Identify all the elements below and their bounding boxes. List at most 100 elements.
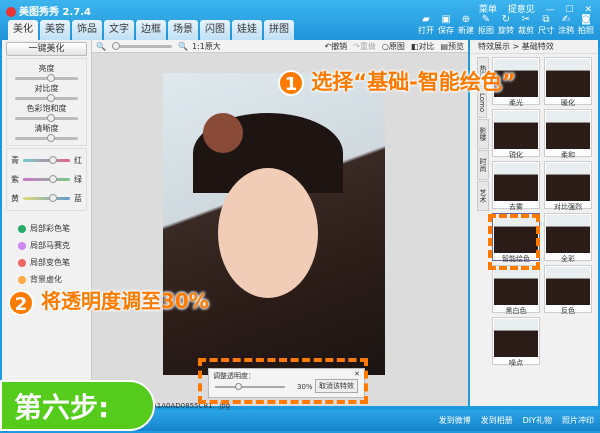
effect-preview-image	[546, 163, 590, 201]
new-button[interactable]: ⊕ 新建	[456, 14, 476, 36]
local-color-pen[interactable]: 局部彩色笔	[18, 223, 91, 234]
photo-print-button[interactable]: 照片冲印	[562, 415, 594, 426]
slider-knob[interactable]	[47, 134, 55, 142]
tool-label: 背景虚化	[30, 275, 62, 284]
cyan-label: 青	[11, 156, 19, 165]
saturation-slider[interactable]	[15, 114, 78, 122]
tab-accessories[interactable]: 饰品	[72, 20, 102, 40]
category-tab-fashion[interactable]: 时尚	[477, 150, 489, 180]
effect-thumb[interactable]: 反色	[544, 265, 592, 315]
effect-label: 噪点	[509, 359, 523, 367]
effect-preview-image	[494, 267, 538, 305]
preview-label: 预览	[448, 41, 464, 51]
tool-label: 局部马赛克	[30, 241, 70, 250]
color-pen-icon	[18, 224, 26, 233]
cutout-icon: ✎	[481, 14, 491, 25]
save-button[interactable]: ▣ 保存	[436, 14, 456, 36]
zoom-slider[interactable]	[111, 41, 172, 50]
share-album-button[interactable]: 发到相册	[481, 415, 513, 426]
category-tab-studio[interactable]: 影楼	[477, 119, 489, 149]
redo-button[interactable]: ↷重做	[353, 41, 376, 52]
tab-beautify[interactable]: 美化	[8, 20, 38, 40]
slider-knob[interactable]	[47, 94, 55, 102]
yellow-blue-slider[interactable]	[23, 194, 70, 202]
open-button[interactable]: ▰ 打开	[416, 14, 436, 36]
step2-text: 将透明度调至30%	[40, 289, 209, 313]
camera-label: 拍照	[578, 26, 594, 35]
slider-knob[interactable]	[111, 41, 120, 50]
magenta-green-slider[interactable]	[23, 175, 70, 183]
share-weibo-button[interactable]: 发到微博	[439, 415, 471, 426]
tab-scene[interactable]: 场景	[168, 20, 198, 40]
tab-doll[interactable]: 娃娃	[232, 20, 262, 40]
tab-flash[interactable]: 闪图	[200, 20, 230, 40]
yellow-label: 黄	[11, 194, 19, 203]
camera-button[interactable]: ◙ 拍照	[576, 14, 596, 36]
effect-label: 黑白色	[505, 307, 527, 315]
highlight-popup-box	[198, 358, 368, 404]
annotation-step1: 1 选择“基础-智能绘色”	[278, 66, 516, 96]
tab-collage[interactable]: 拼图	[264, 20, 294, 40]
save-label: 保存	[438, 26, 454, 35]
sharpness-slider[interactable]	[15, 134, 78, 142]
local-recolor-pen[interactable]: 局部变色笔	[18, 257, 91, 268]
effect-thumb[interactable]: 锐化	[492, 109, 540, 159]
effect-thumb[interactable]: 全彩	[544, 213, 592, 263]
tool-label: 局部彩色笔	[30, 224, 70, 233]
crop-button[interactable]: ✂ 裁剪	[516, 14, 536, 36]
zoom-in-icon[interactable]: 🔍	[178, 42, 188, 51]
effect-thumb[interactable]: 柔和	[544, 109, 592, 159]
cutout-button[interactable]: ✎ 抠图	[476, 14, 496, 36]
blue-label: 蓝	[74, 194, 82, 203]
slider-knob[interactable]	[47, 74, 55, 82]
contrast-label: 对比度	[34, 84, 59, 93]
undo-button[interactable]: ↶撤销	[324, 41, 347, 52]
tab-text[interactable]: 文字	[104, 20, 134, 40]
effect-preview-image	[494, 319, 538, 357]
original-button[interactable]: ○原图	[382, 41, 405, 52]
rotate-button[interactable]: ↻ 旋转	[496, 14, 516, 36]
effect-thumb[interactable]: 黑白色	[492, 265, 540, 315]
cyan-red-row: 青红	[7, 151, 86, 170]
effect-thumb[interactable]: 暖化	[544, 57, 592, 107]
doodle-label: 涂鸦	[558, 26, 574, 35]
crop-label: 裁剪	[518, 26, 534, 35]
category-tab-art[interactable]: 艺术	[477, 181, 489, 211]
cyan-red-slider[interactable]	[23, 156, 70, 164]
auto-beautify-button[interactable]: 一键美化	[6, 42, 87, 56]
actual-size-button[interactable]: 1:1原大	[192, 41, 221, 52]
effect-thumb[interactable]: 噪点	[492, 317, 540, 367]
scissors-icon: ✂	[521, 14, 531, 25]
slider-knob[interactable]	[49, 194, 57, 202]
effect-thumb[interactable]: 对比强烈	[544, 161, 592, 211]
step-banner: 第六步:	[0, 380, 155, 431]
slider-knob[interactable]	[47, 114, 55, 122]
effect-label: 对比强烈	[554, 203, 582, 211]
size-label: 尺寸	[538, 26, 554, 35]
tab-frame[interactable]: 边框	[136, 20, 166, 40]
brush-icon: ✍	[561, 14, 571, 25]
compare-button[interactable]: ◧对比	[411, 41, 435, 52]
effect-preview-image	[494, 163, 538, 201]
photo-face	[218, 168, 318, 298]
effect-thumb[interactable]: 去雾	[492, 161, 540, 211]
mosaic-icon	[18, 241, 26, 250]
step1-text: 选择“基础-智能绘色”	[311, 70, 516, 94]
rotate-label: 旋转	[498, 26, 514, 35]
brightness-slider[interactable]	[15, 74, 78, 82]
size-button[interactable]: ⧉ 尺寸	[536, 14, 556, 36]
doodle-button[interactable]: ✍ 涂鸦	[556, 14, 576, 36]
brightness-label: 亮度	[38, 64, 55, 73]
zoom-out-icon[interactable]: 🔍	[96, 42, 106, 51]
slider-knob[interactable]	[49, 156, 57, 164]
undo-label: 撤销	[331, 41, 348, 51]
contrast-slider[interactable]	[15, 94, 78, 102]
tab-makeup[interactable]: 美容	[40, 20, 70, 40]
magenta-label: 紫	[11, 175, 19, 184]
diy-gift-button[interactable]: DIY礼物	[523, 415, 552, 426]
preview-button[interactable]: ▤预览	[440, 41, 464, 52]
background-blur[interactable]: 背景虚化	[18, 274, 91, 285]
cutout-label: 抠图	[478, 26, 494, 35]
local-mosaic[interactable]: 局部马赛克	[18, 240, 91, 251]
slider-knob[interactable]	[49, 175, 57, 183]
